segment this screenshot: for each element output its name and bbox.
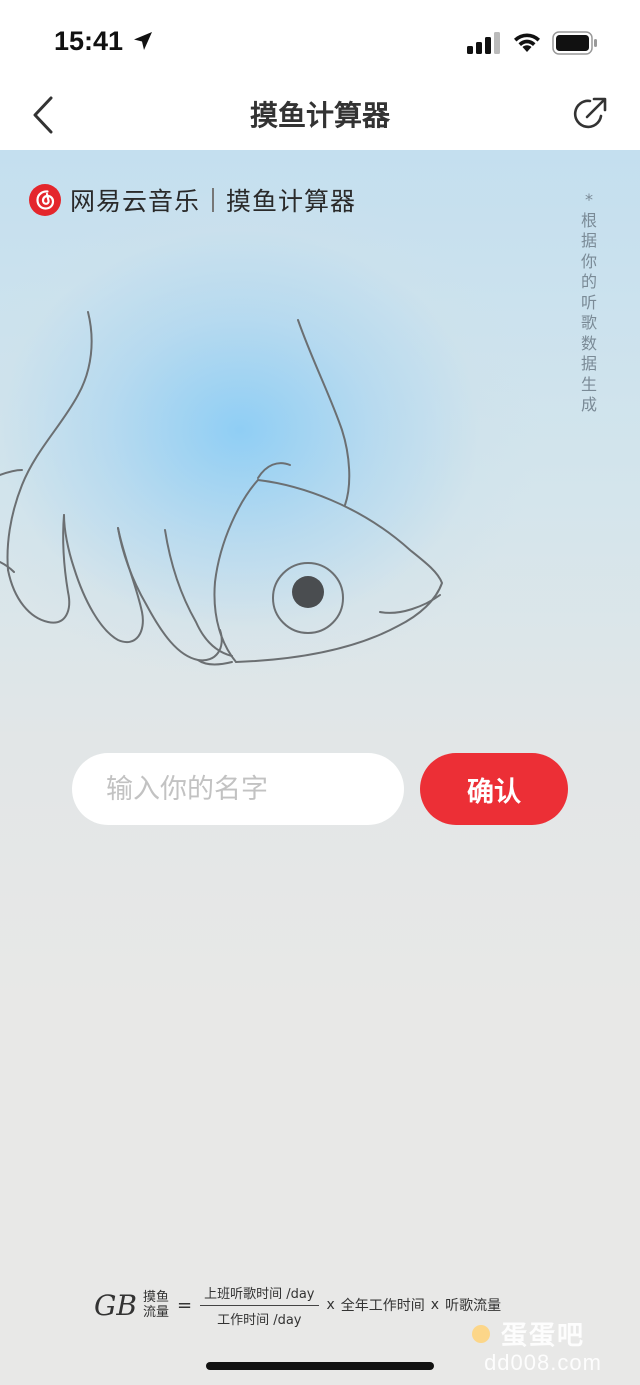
- side-note: *根据你的听歌数据生成: [580, 190, 597, 414]
- formula: GB 摸鱼 流量 = 上班听歌时间 /day 工作时间 /day x 全年工作时…: [94, 1280, 507, 1330]
- watermark-title: 蛋蛋吧: [500, 1321, 585, 1351]
- home-indicator[interactable]: [206, 1362, 434, 1370]
- formula-fraction: 上班听歌时间 /day 工作时间 /day: [200, 1283, 319, 1328]
- netease-music-logo-icon: [29, 184, 61, 216]
- formula-gb: GB: [94, 1288, 137, 1322]
- formula-denominator: 工作时间 /day: [217, 1312, 302, 1328]
- watermark-url: dd008.com: [484, 1350, 602, 1375]
- status-bar: 15:41: [0, 0, 640, 80]
- watermark-badge-icon: [472, 1325, 490, 1343]
- formula-times-2: x: [430, 1297, 440, 1313]
- status-time: 15:41: [54, 26, 124, 56]
- battery-icon: [552, 31, 597, 55]
- formula-equals: =: [176, 1294, 193, 1316]
- poster-area: 网易云音乐 摸鱼计算器 *根据你的听歌数据生成 输入你的名字 确认 GB 摸鱼 …: [0, 150, 640, 1385]
- brand-name: 网易云音乐: [70, 187, 201, 216]
- formula-sub-top: 摸鱼: [142, 1290, 169, 1305]
- formula-term-music-traffic: 听歌流量: [445, 1298, 502, 1314]
- signal-icon: [467, 32, 500, 54]
- nav-bar: 摸鱼计算器: [0, 80, 640, 150]
- share-icon[interactable]: [570, 94, 610, 134]
- brand-divider: [212, 188, 215, 212]
- wifi-icon: [514, 33, 540, 52]
- formula-sub-bottom: 流量: [142, 1305, 169, 1320]
- page-title: 摸鱼计算器: [249, 99, 390, 132]
- hand-holding-fish-illustration: [0, 311, 443, 666]
- formula-subscript: 摸鱼 流量: [143, 1290, 169, 1320]
- formula-numerator: 上班听歌时间 /day: [200, 1283, 319, 1306]
- confirm-button[interactable]: 确认: [420, 753, 568, 825]
- formula-times-1: x: [326, 1297, 335, 1313]
- brand-header: 网易云音乐 摸鱼计算器: [28, 182, 356, 218]
- name-input[interactable]: [72, 753, 404, 825]
- brand-subtitle: 摸鱼计算器: [226, 187, 357, 216]
- formula-term-annual-work-time: 全年工作时间: [340, 1298, 425, 1314]
- watermark: 蛋蛋吧 dd008.com: [468, 1315, 618, 1375]
- location-arrow-icon: [134, 32, 152, 50]
